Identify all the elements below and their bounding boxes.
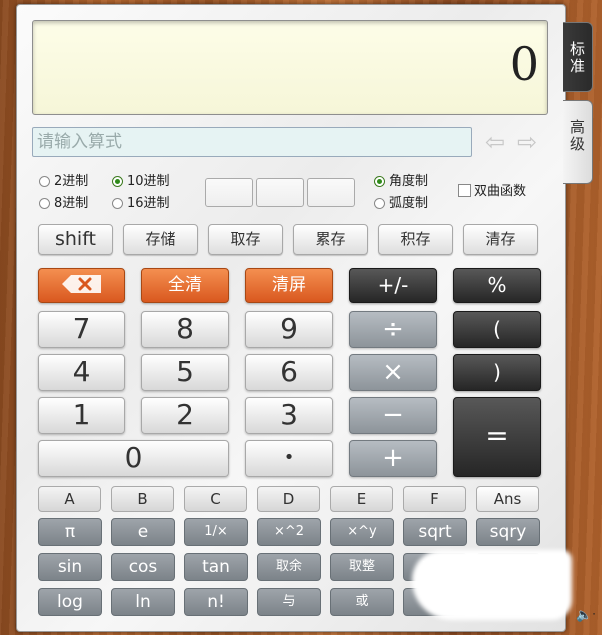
radio-dot — [112, 176, 123, 187]
radio-base-10[interactable]: 10进制 — [112, 174, 170, 190]
modulo-button[interactable]: 取余 — [257, 553, 321, 581]
clear-screen-button[interactable]: 清屏 — [245, 268, 333, 303]
minus-button[interactable]: − — [349, 397, 437, 434]
memory-store-button[interactable]: 存储 — [123, 224, 198, 255]
plus-button[interactable]: + — [349, 440, 437, 477]
memory-indicator-2 — [256, 178, 304, 207]
factorial-button[interactable]: n! — [184, 588, 248, 616]
hyperbolic-checkbox[interactable]: 双曲函数 — [458, 184, 526, 200]
checkbox-box — [458, 184, 471, 197]
sin-button[interactable]: sin — [38, 553, 102, 581]
memory-indicator-1 — [205, 178, 253, 207]
right-paren-button[interactable]: ) — [453, 354, 541, 391]
expression-input[interactable] — [32, 127, 472, 157]
tab-advanced[interactable]: 高级 — [563, 100, 593, 184]
digit-0-button[interactable]: 0 — [38, 440, 229, 477]
memory-indicator-3 — [307, 178, 355, 207]
power-button[interactable]: ×^y — [330, 518, 394, 546]
digit-6-button[interactable]: 6 — [245, 354, 333, 391]
memory-add-button[interactable]: 累存 — [293, 224, 368, 255]
and-button[interactable]: 与 — [257, 588, 321, 616]
left-paren-button[interactable]: ( — [453, 311, 541, 348]
square-button[interactable]: ×^2 — [257, 518, 321, 546]
hex-c-button[interactable]: C — [184, 486, 247, 512]
speaker-mute-icon[interactable]: 🔈ᐧ — [576, 608, 596, 623]
equals-button[interactable]: = — [453, 397, 541, 477]
clear-all-button[interactable]: 全清 — [141, 268, 229, 303]
backspace-icon — [61, 275, 101, 293]
divide-button[interactable]: ÷ — [349, 311, 437, 348]
arrow-right-icon[interactable]: ⇨ — [514, 128, 540, 156]
or-button[interactable]: 或 — [330, 588, 394, 616]
percent-button[interactable]: % — [453, 268, 541, 303]
backspace-button[interactable] — [38, 268, 125, 303]
e-button[interactable]: e — [111, 518, 175, 546]
hex-a-button[interactable]: A — [38, 486, 101, 512]
hex-d-button[interactable]: D — [257, 486, 320, 512]
sqry-button[interactable]: sqry — [476, 518, 540, 546]
display-value: 0 — [509, 37, 539, 91]
radio-label: 8进制 — [54, 196, 89, 211]
digit-3-button[interactable]: 3 — [245, 397, 333, 434]
multiply-button[interactable]: × — [349, 354, 437, 391]
radio-dot — [374, 176, 385, 187]
pi-button[interactable]: π — [38, 518, 102, 546]
radio-label: 2进制 — [54, 174, 89, 189]
radio-degree[interactable]: 角度制 — [374, 174, 428, 190]
tan-button[interactable]: tan — [184, 553, 248, 581]
arrow-left-icon[interactable]: ⇦ — [482, 128, 508, 156]
tab-standard[interactable]: 标准 — [563, 22, 593, 92]
memory-multiply-button[interactable]: 积存 — [378, 224, 453, 255]
radio-label: 弧度制 — [389, 196, 429, 211]
result-display: 0 — [32, 20, 548, 115]
radio-label: 16进制 — [127, 196, 170, 211]
digit-2-button[interactable]: 2 — [141, 397, 229, 434]
hex-e-button[interactable]: E — [330, 486, 393, 512]
radio-label: 10进制 — [127, 174, 170, 189]
ans-button[interactable]: Ans — [476, 486, 539, 512]
digit-1-button[interactable]: 1 — [38, 397, 125, 434]
negate-button[interactable]: +/- — [349, 268, 437, 303]
reciprocal-button[interactable]: 1/× — [184, 518, 248, 546]
radio-base-2[interactable]: 2进制 — [39, 174, 88, 190]
decimal-point-button[interactable]: • — [245, 440, 333, 477]
hex-f-button[interactable]: F — [403, 486, 466, 512]
radio-dot — [39, 198, 50, 209]
digit-8-button[interactable]: 8 — [141, 311, 229, 348]
sqrt-button[interactable]: sqrt — [403, 518, 467, 546]
integer-button[interactable]: 取整 — [330, 553, 394, 581]
memory-recall-button[interactable]: 取存 — [208, 224, 283, 255]
radio-radian[interactable]: 弧度制 — [374, 196, 428, 212]
digit-5-button[interactable]: 5 — [141, 354, 229, 391]
radio-base-16[interactable]: 16进制 — [112, 196, 170, 212]
radio-dot — [374, 198, 385, 209]
radio-label: 角度制 — [389, 174, 429, 189]
radio-dot — [112, 198, 123, 209]
shift-button[interactable]: shift — [38, 224, 113, 255]
digit-9-button[interactable]: 9 — [245, 311, 333, 348]
watermark-overlay — [412, 550, 572, 620]
memory-clear-button[interactable]: 清存 — [463, 224, 538, 255]
checkbox-label: 双曲函数 — [474, 184, 527, 199]
digit-4-button[interactable]: 4 — [38, 354, 125, 391]
radio-dot — [39, 176, 50, 187]
ln-button[interactable]: ln — [111, 588, 175, 616]
digit-7-button[interactable]: 7 — [38, 311, 125, 348]
log-button[interactable]: log — [38, 588, 102, 616]
cos-button[interactable]: cos — [111, 553, 175, 581]
hex-b-button[interactable]: B — [111, 486, 174, 512]
radio-base-8[interactable]: 8进制 — [39, 196, 88, 212]
